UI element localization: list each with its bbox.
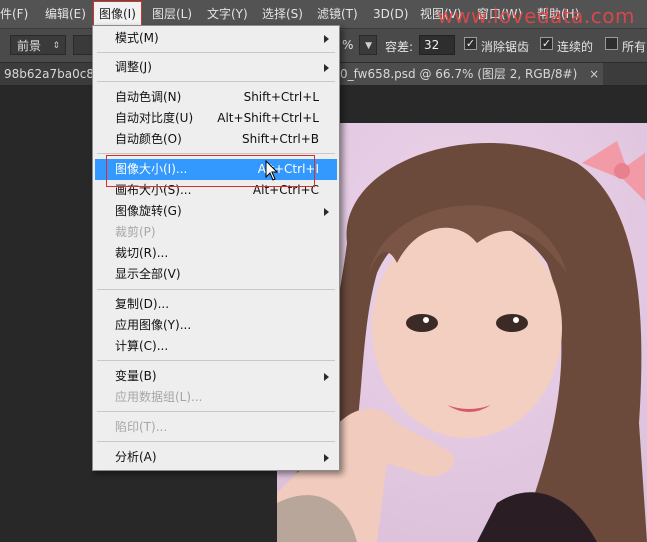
menu-item-reveal-all[interactable]: 显示全部(V) bbox=[95, 264, 337, 285]
contiguous-checkbox[interactable]: ✓ bbox=[540, 37, 553, 50]
mode-select[interactable]: 前景 ⇕ bbox=[10, 35, 66, 55]
right-eye-glint bbox=[513, 317, 519, 323]
menu-separator bbox=[97, 153, 335, 154]
menu-item-apply-image[interactable]: 应用图像(Y)... bbox=[95, 315, 337, 336]
menu-item-apply-data-set-label: 应用数据组(L)... bbox=[115, 390, 203, 404]
menu-layer[interactable]: 图层(L) bbox=[152, 6, 192, 22]
menu-image[interactable]: 图像(I) bbox=[93, 1, 142, 27]
menu-item-auto-contrast-label: 自动对比度(U) bbox=[115, 111, 194, 125]
tolerance-input[interactable] bbox=[419, 35, 455, 55]
watermark-text: www.lovedata.com bbox=[437, 4, 635, 28]
menu-item-trap: 陷印(T)... bbox=[95, 417, 337, 438]
menu-item-image-size[interactable]: 图像大小(I)... Alt+Ctrl+I bbox=[95, 159, 337, 180]
menu-item-adjustments[interactable]: 调整(J) bbox=[95, 57, 337, 78]
menu-type[interactable]: 文字(Y) bbox=[207, 6, 248, 22]
opacity-dropdown[interactable]: ▼ bbox=[359, 35, 377, 55]
mode-value: 前景 bbox=[17, 39, 42, 53]
menu-item-calculations-label: 计算(C)... bbox=[115, 339, 169, 353]
chevron-updown-icon: ⇕ bbox=[52, 41, 60, 51]
menu-edit[interactable]: 编辑(E) bbox=[45, 6, 86, 22]
submenu-arrow-icon bbox=[324, 208, 329, 216]
menu-item-trim-label: 裁切(R)... bbox=[115, 246, 169, 260]
submenu-arrow-icon bbox=[324, 373, 329, 381]
menu-item-adjustments-label: 调整(J) bbox=[115, 60, 152, 74]
menu-item-image-rotation-label: 图像旋转(G) bbox=[115, 204, 182, 218]
bow-knot bbox=[614, 163, 630, 179]
menu-item-apply-data-set: 应用数据组(L)... bbox=[95, 387, 337, 408]
menu-filter[interactable]: 滤镜(T) bbox=[317, 6, 358, 22]
anti-alias-label: 消除锯齿 bbox=[481, 40, 530, 54]
submenu-arrow-icon bbox=[324, 35, 329, 43]
menu-item-apply-image-label: 应用图像(Y)... bbox=[115, 318, 192, 332]
menu-separator bbox=[97, 81, 335, 82]
menu-item-canvas-size-label: 画布大小(S)... bbox=[115, 183, 192, 197]
menu-item-auto-tone-shortcut: Shift+Ctrl+L bbox=[243, 90, 319, 104]
menu-separator bbox=[97, 52, 335, 53]
menu-separator bbox=[97, 411, 335, 412]
menu-item-canvas-size[interactable]: 画布大小(S)... Alt+Ctrl+C bbox=[95, 180, 337, 201]
menu-select[interactable]: 选择(S) bbox=[262, 6, 303, 22]
left-eye bbox=[406, 314, 438, 332]
all-layers-checkbox[interactable] bbox=[605, 37, 618, 50]
tab-close-icon[interactable]: × bbox=[589, 67, 599, 81]
chevron-down-icon: ▼ bbox=[365, 41, 372, 51]
menu-item-analysis[interactable]: 分析(A) bbox=[95, 447, 337, 468]
menu-item-calculations[interactable]: 计算(C)... bbox=[95, 336, 337, 357]
menu-file[interactable]: 件(F) bbox=[0, 6, 28, 22]
menu-item-mode[interactable]: 模式(M) bbox=[95, 28, 337, 49]
menu-separator bbox=[97, 289, 335, 290]
menu-item-crop: 裁剪(P) bbox=[95, 222, 337, 243]
menu-item-reveal-all-label: 显示全部(V) bbox=[115, 267, 181, 281]
menu-item-mode-label: 模式(M) bbox=[115, 31, 159, 45]
menu-item-analysis-label: 分析(A) bbox=[115, 450, 157, 464]
tolerance-label: 容差: bbox=[385, 40, 414, 54]
menu-separator bbox=[97, 441, 335, 442]
menu-item-auto-color[interactable]: 自动颜色(O) Shift+Ctrl+B bbox=[95, 129, 337, 150]
menu-item-image-size-label: 图像大小(I)... bbox=[115, 162, 188, 176]
menu-item-auto-tone[interactable]: 自动色调(N) Shift+Ctrl+L bbox=[95, 87, 337, 108]
menu-item-auto-contrast[interactable]: 自动对比度(U) Alt+Shift+Ctrl+L bbox=[95, 108, 337, 129]
document-tab-2-label: 0_fw658.psd @ 66.7% (图层 2, RGB/8#) bbox=[340, 67, 578, 81]
submenu-arrow-icon bbox=[324, 454, 329, 462]
anti-alias-checkbox[interactable]: ✓ bbox=[464, 37, 477, 50]
menu-item-image-rotation[interactable]: 图像旋转(G) bbox=[95, 201, 337, 222]
mouse-cursor-icon bbox=[265, 160, 279, 181]
menu-item-duplicate[interactable]: 复制(D)... bbox=[95, 294, 337, 315]
menu-item-variables[interactable]: 变量(B) bbox=[95, 366, 337, 387]
menu-item-auto-color-label: 自动颜色(O) bbox=[115, 132, 182, 146]
document-tab-2[interactable]: 0_fw658.psd @ 66.7% (图层 2, RGB/8#) × bbox=[336, 63, 604, 85]
menu-item-auto-contrast-shortcut: Alt+Shift+Ctrl+L bbox=[217, 111, 319, 125]
menu-3d[interactable]: 3D(D) bbox=[373, 6, 408, 22]
menu-item-auto-tone-label: 自动色调(N) bbox=[115, 90, 182, 104]
menu-item-trap-label: 陷印(T)... bbox=[115, 420, 168, 434]
opacity-suffix: % bbox=[342, 38, 354, 52]
menu-item-trim[interactable]: 裁切(R)... bbox=[95, 243, 337, 264]
right-eye bbox=[496, 314, 528, 332]
all-layers-label: 所有图 bbox=[622, 40, 647, 54]
mode-extra-control[interactable] bbox=[73, 35, 93, 55]
menu-item-duplicate-label: 复制(D)... bbox=[115, 297, 170, 311]
menu-item-crop-label: 裁剪(P) bbox=[115, 225, 156, 239]
contiguous-label: 连续的 bbox=[557, 40, 594, 54]
menu-item-auto-color-shortcut: Shift+Ctrl+B bbox=[242, 132, 319, 146]
menu-separator bbox=[97, 360, 335, 361]
image-menu-dropdown: 模式(M) 调整(J) 自动色调(N) Shift+Ctrl+L 自动对比度(U… bbox=[92, 25, 340, 471]
menu-item-canvas-size-shortcut: Alt+Ctrl+C bbox=[252, 183, 319, 197]
left-eye-glint bbox=[423, 317, 429, 323]
submenu-arrow-icon bbox=[324, 64, 329, 72]
menu-item-variables-label: 变量(B) bbox=[115, 369, 157, 383]
